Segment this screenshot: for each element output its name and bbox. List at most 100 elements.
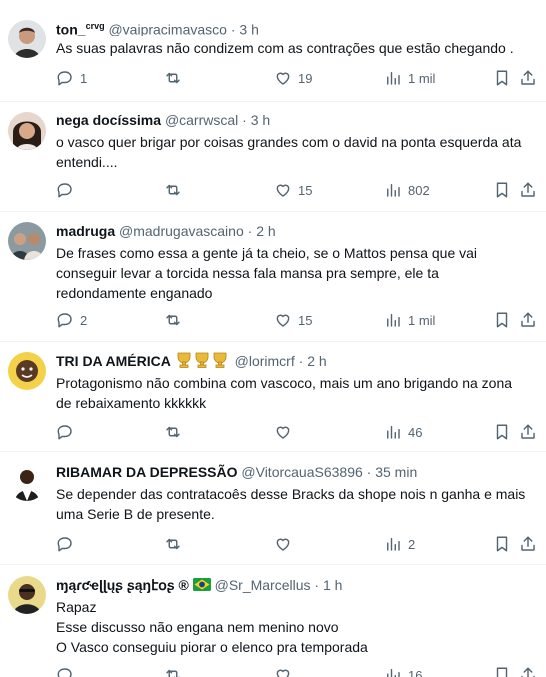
like-icon (276, 538, 290, 551)
views-button[interactable]: 16 (384, 665, 422, 677)
tweet[interactable]: ton_crvg @vaipracimavasco · 3 h As suas … (0, 0, 546, 102)
tweet-header: ton_crvg @vaipracimavasco · 3 h (56, 16, 540, 36)
views-count: 802 (408, 182, 430, 198)
action-bar: 46 (0, 422, 546, 442)
share-button[interactable] (519, 665, 537, 677)
tweet-text: o vasco quer brigar por coisas grandes c… (56, 132, 532, 172)
handle[interactable]: @lorimcrf (235, 353, 295, 369)
like-button[interactable] (274, 422, 298, 442)
avatar[interactable] (8, 576, 46, 614)
retweet-icon (166, 669, 180, 677)
reply-count: 1 (80, 70, 88, 86)
like-count: 15 (298, 312, 313, 328)
like-button[interactable] (274, 534, 298, 554)
like-icon (276, 426, 290, 439)
bookmark-button[interactable] (493, 180, 511, 200)
timestamp[interactable]: 3 h (251, 112, 270, 128)
share-button[interactable] (519, 180, 537, 200)
views-icon (387, 669, 400, 677)
tweet[interactable]: ɱąɾƈҽɭɭųʂ ʂąŋէօʂ ® @Sr_Marcellus · 1 h R… (0, 565, 546, 677)
share-button[interactable] (519, 68, 537, 88)
views-button[interactable]: 802 (384, 180, 430, 200)
retweet-button[interactable] (164, 68, 188, 88)
reply-button[interactable] (56, 665, 80, 677)
avatar[interactable] (8, 222, 46, 260)
display-name[interactable]: ton_ (56, 22, 86, 36)
timestamp[interactable]: 1 h (323, 577, 342, 593)
retweet-button[interactable] (164, 422, 188, 442)
like-count: 15 (298, 182, 313, 198)
avatar[interactable] (8, 20, 46, 58)
share-icon (521, 536, 535, 551)
tweet-header: madruga @madrugavascaino · 2 h (56, 221, 540, 241)
bookmark-button[interactable] (493, 68, 511, 88)
tweet-header: TRI DA AMÉRICA @lorimcrf · 2 h (56, 351, 540, 371)
separator-dot: · (314, 577, 320, 593)
bookmark-button[interactable] (493, 310, 511, 330)
tweet-text-line: Rapaz (56, 599, 97, 615)
views-count: 2 (408, 536, 416, 552)
bookmark-button[interactable] (493, 422, 511, 442)
timestamp[interactable]: 2 h (256, 223, 275, 239)
views-icon (387, 538, 400, 551)
handle[interactable]: @Sr_Marcellus (215, 577, 311, 593)
timestamp[interactable]: 35 min (375, 464, 417, 480)
handle[interactable]: @VitorcauaS63896 (241, 464, 362, 480)
action-bar: 2 15 1 mil (0, 310, 546, 330)
views-button[interactable]: 1 mil (384, 310, 435, 330)
views-button[interactable]: 1 mil (384, 68, 435, 88)
bookmark-button[interactable] (493, 534, 511, 554)
tweet[interactable]: TRI DA AMÉRICA @lorimcrf · 2 h Protagoni… (0, 342, 546, 452)
reply-button[interactable]: 1 (56, 68, 87, 88)
display-name[interactable]: RIBAMAR DA DEPRESSÃO (56, 464, 238, 480)
views-count: 46 (408, 424, 423, 440)
retweet-button[interactable] (164, 180, 188, 200)
tweet[interactable]: madruga @madrugavascaino · 2 h De frases… (0, 212, 546, 342)
separator-dot: · (247, 223, 253, 239)
display-name[interactable]: nega docíssima (56, 112, 161, 128)
tweet[interactable]: RIBAMAR DA DEPRESSÃO @VitorcauaS63896 · … (0, 452, 546, 565)
avatar[interactable] (8, 463, 46, 501)
avatar[interactable] (8, 352, 46, 390)
timestamp[interactable]: 3 h (239, 22, 258, 36)
retweet-icon (166, 538, 180, 550)
share-button[interactable] (519, 310, 537, 330)
like-button[interactable]: 15 (274, 310, 312, 330)
reply-button[interactable] (56, 534, 80, 554)
like-button[interactable]: 19 (274, 68, 312, 88)
avatar[interactable] (8, 112, 46, 150)
views-button[interactable]: 2 (384, 534, 415, 554)
like-button[interactable] (274, 665, 298, 677)
trophy-icon (175, 352, 231, 371)
reply-button[interactable] (56, 422, 80, 442)
bookmark-button[interactable] (493, 665, 511, 677)
action-bar: 1 19 1 mil (0, 68, 546, 88)
like-icon (276, 72, 290, 85)
display-name[interactable]: madruga (56, 223, 115, 239)
tweet-text-line: o vasco quer brigar por coisas grandes c… (56, 134, 522, 150)
like-button[interactable]: 15 (274, 180, 312, 200)
retweet-button[interactable] (164, 534, 188, 554)
timestamp[interactable]: 2 h (307, 353, 326, 369)
handle[interactable]: @carrwscal (165, 112, 238, 128)
bookmark-icon (496, 70, 508, 86)
like-count: 19 (298, 70, 313, 86)
action-bar: 2 (0, 534, 546, 554)
reply-button[interactable]: 2 (56, 310, 87, 330)
handle[interactable]: @madrugavascaino (119, 223, 244, 239)
retweet-button[interactable] (164, 310, 188, 330)
views-button[interactable]: 46 (384, 422, 422, 442)
retweet-icon (166, 72, 180, 84)
tweet-header: ɱąɾƈҽɭɭųʂ ʂąŋէօʂ ® @Sr_Marcellus · 1 h (56, 575, 540, 595)
retweet-button[interactable] (164, 665, 188, 677)
share-button[interactable] (519, 422, 537, 442)
views-count: 1 mil (408, 70, 436, 86)
reply-button[interactable] (56, 180, 80, 200)
display-name[interactable]: ɱąɾƈҽɭɭųʂ ʂąŋէօʂ ® (56, 577, 189, 593)
tweet-text: De frases como essa a gente já ta cheio,… (56, 243, 532, 303)
display-name[interactable]: TRI DA AMÉRICA (56, 353, 171, 369)
tweet-text-line: Se depender das contratacoês desse Brack… (56, 486, 526, 502)
tweet[interactable]: nega docíssima @carrwscal · 3 h o vasco … (0, 102, 546, 212)
handle[interactable]: @vaipracimavasco (108, 22, 226, 36)
share-button[interactable] (519, 534, 537, 554)
